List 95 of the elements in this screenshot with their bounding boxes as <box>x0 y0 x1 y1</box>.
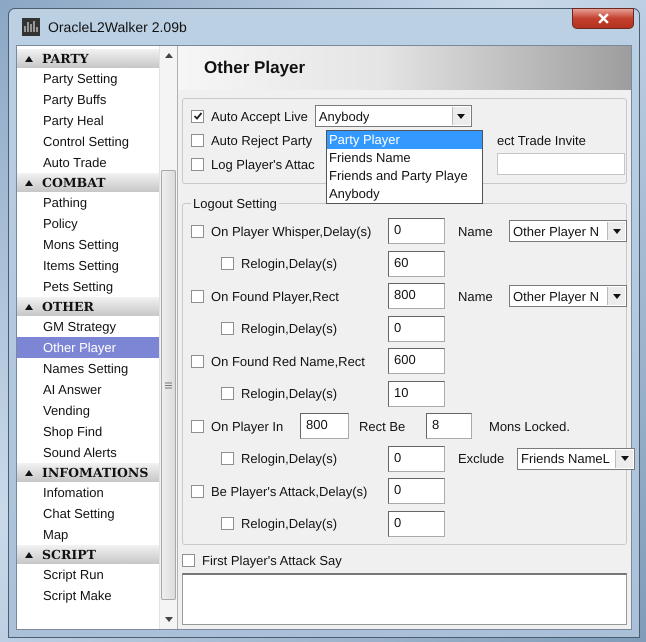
option-label: Auto Accept Live <box>211 108 308 124</box>
option-label: Be Player's Attack,Delay(s) <box>211 484 368 499</box>
number-field[interactable]: 0 <box>388 316 445 342</box>
sidebar-item[interactable]: Shop Find <box>17 421 159 442</box>
section-header[interactable]: INFOMATIONS <box>17 463 159 482</box>
checkbox[interactable] <box>191 134 204 146</box>
option-label: On Player In <box>211 418 284 434</box>
option-label: On Found Player,Rect <box>211 288 340 304</box>
section-header[interactable]: PARTY <box>17 49 159 68</box>
window-title: OracleL2Walker 2.09b <box>48 19 187 35</box>
grip-icon <box>165 382 172 388</box>
sidebar-item[interactable]: Pets Setting <box>17 276 159 297</box>
scrollbar[interactable] <box>159 46 177 629</box>
dropdown-option[interactable]: Anybody <box>327 185 482 203</box>
number-field[interactable]: 10 <box>388 380 445 407</box>
checkbox[interactable] <box>221 257 234 270</box>
number-field[interactable]: 0 <box>388 446 445 472</box>
sidebar-item[interactable]: Script Run <box>17 564 159 585</box>
dropdown[interactable]: Other Player N <box>509 220 627 242</box>
dropdown[interactable]: Friends NameL <box>517 448 635 470</box>
number-field[interactable]: 600 <box>388 348 445 374</box>
text-area[interactable] <box>182 573 627 625</box>
checkbox[interactable] <box>221 322 234 336</box>
sidebar-item[interactable]: Party Setting <box>17 68 159 89</box>
dropdown-option[interactable]: Friends and Party Playe <box>327 167 482 185</box>
scroll-up-icon[interactable] <box>164 53 172 58</box>
sidebar-item[interactable]: Control Setting <box>17 131 159 152</box>
section-title: SCRIPT <box>42 547 96 562</box>
option-label: ect Trade Invite <box>497 132 586 148</box>
field-label: Exclude <box>458 451 506 466</box>
option-label: On Player Whisper,Delay(s) <box>211 224 372 239</box>
option-label: Relogin,Delay(s) <box>241 256 338 272</box>
sidebar-item[interactable]: Chat Setting <box>17 503 159 524</box>
option-label: Relogin,Delay(s) <box>241 386 338 402</box>
section-header[interactable]: SCRIPT <box>17 545 159 564</box>
sidebar-item[interactable]: Vending <box>17 400 159 421</box>
checkbox[interactable] <box>221 452 234 466</box>
dropdown-option[interactable]: Friends Name <box>327 149 482 167</box>
number-field[interactable]: 0 <box>388 510 445 537</box>
sidebar-item[interactable]: AI Answer <box>17 379 159 400</box>
option-label: First Player's Attack Say <box>202 552 342 568</box>
number-field[interactable]: 8 <box>426 413 472 440</box>
sidebar-item[interactable]: Party Buffs <box>17 89 159 110</box>
checkbox[interactable] <box>221 387 234 400</box>
scroll-thumb[interactable] <box>161 170 176 600</box>
checkbox[interactable] <box>182 554 195 566</box>
number-field[interactable]: 0 <box>388 478 445 504</box>
sidebar-item[interactable]: Map <box>17 524 159 545</box>
field-label: Mons Locked. <box>489 418 570 434</box>
text-field[interactable] <box>497 153 625 175</box>
checkbox[interactable] <box>191 224 204 238</box>
sidebar-item[interactable]: Party Heal <box>17 110 159 131</box>
number-field[interactable]: 0 <box>388 218 445 244</box>
sidebar-item[interactable]: Pathing <box>17 192 159 213</box>
dropdown[interactable]: Anybody <box>314 105 472 127</box>
checkbox[interactable] <box>191 158 204 170</box>
section-header[interactable]: OTHER <box>17 297 159 316</box>
field-label: Rect Be <box>359 418 406 434</box>
section-title: OTHER <box>42 299 94 314</box>
sidebar-item[interactable]: Mons Setting <box>17 234 159 255</box>
checkbox[interactable] <box>191 354 204 368</box>
section-title: COMBAT <box>42 175 106 190</box>
field-label: Name <box>458 288 494 304</box>
field-label: Name <box>458 224 494 239</box>
section-title: INFOMATIONS <box>42 465 148 480</box>
section-title: PARTY <box>42 51 89 66</box>
app-icon <box>22 18 40 36</box>
dropdown[interactable]: Other Player N <box>509 285 627 308</box>
group-title: Logout Setting <box>192 196 278 211</box>
number-field[interactable]: 800 <box>388 283 445 310</box>
sidebar-item[interactable]: Infomation <box>17 482 159 503</box>
sidebar-item[interactable]: Policy <box>17 213 159 234</box>
sidebar-item[interactable]: Script Make <box>17 585 159 606</box>
checkbox[interactable] <box>191 290 204 303</box>
option-label: On Found Red Name,Rect <box>211 354 366 369</box>
close-button[interactable] <box>572 8 634 29</box>
page-title: Other Player <box>204 58 306 78</box>
sidebar-item[interactable]: GM Strategy <box>17 316 159 337</box>
number-field[interactable]: 60 <box>388 250 445 277</box>
scroll-down-icon[interactable] <box>164 617 172 622</box>
checkbox[interactable] <box>221 517 234 530</box>
checkbox[interactable] <box>191 110 204 122</box>
option-label: Relogin,Delay(s) <box>241 516 338 532</box>
checkbox[interactable] <box>191 484 204 498</box>
option-label: Relogin,Delay(s) <box>241 451 338 466</box>
sidebar-item[interactable]: Items Setting <box>17 255 159 276</box>
option-label: Log Player's Attac <box>211 156 316 172</box>
close-icon <box>598 13 608 24</box>
option-label: Relogin,Delay(s) <box>241 321 338 336</box>
sidebar-item[interactable]: Auto Trade <box>17 152 159 173</box>
checkbox[interactable] <box>191 420 204 433</box>
number-field[interactable]: 800 <box>300 413 349 440</box>
sidebar-item[interactable]: Sound Alerts <box>17 442 159 463</box>
sidebar-item[interactable]: Names Setting <box>17 358 159 379</box>
section-header[interactable]: COMBAT <box>17 173 159 192</box>
